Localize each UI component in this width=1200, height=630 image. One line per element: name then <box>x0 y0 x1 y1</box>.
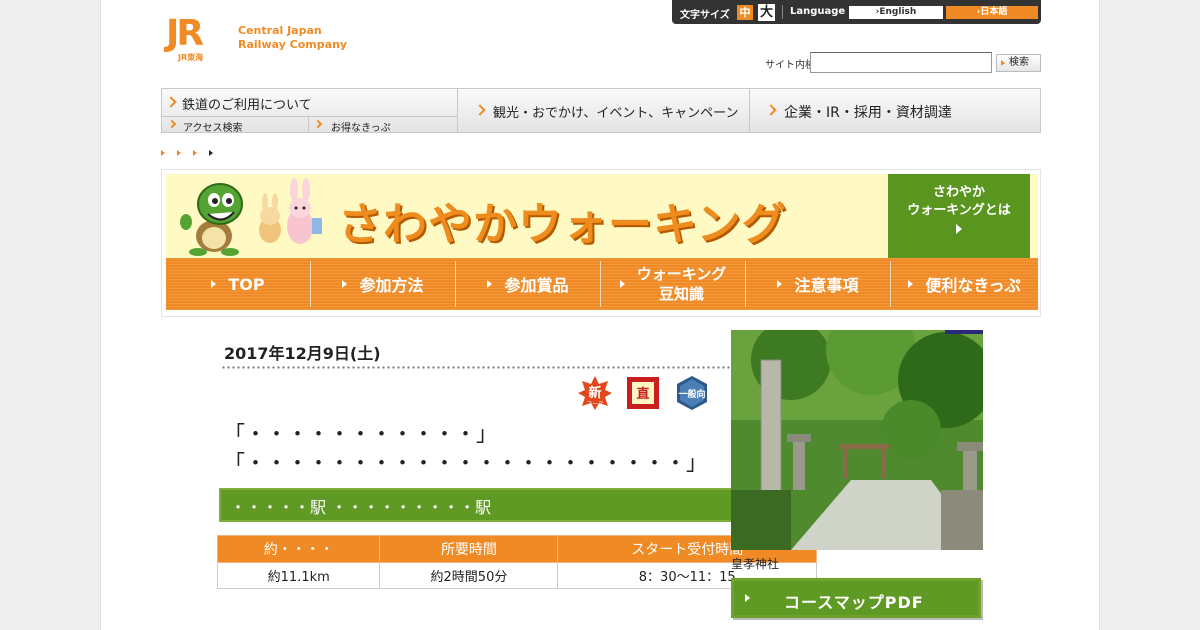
chevron-right-icon <box>313 119 323 129</box>
page: 文字サイズ 中 大 Language ›English ›日本語 JR JR東海… <box>100 0 1100 630</box>
banner-nav-label: 参加方法 <box>359 276 424 295</box>
triangle-right-icon <box>908 280 914 288</box>
mascot-illustration <box>180 178 322 256</box>
banner-nav-label: 注意事項 <box>794 276 859 295</box>
banner-nav-notes[interactable]: 注意事項 <box>746 261 891 307</box>
logo-mark-sub: JR東海 <box>178 53 204 62</box>
table-cell-distance: 約11.1km <box>216 562 381 589</box>
event-date: 2017年12月9日(土) <box>224 344 381 363</box>
about-line2: ウォーキングとは <box>907 203 1011 218</box>
new-course-badge-icon: 新 コース <box>578 376 612 410</box>
search-button[interactable]: 検索 <box>996 54 1041 72</box>
triangle-right-icon <box>342 280 348 288</box>
course-title-line2: 「・・・・・・・・・・・・・・・・・・・・・」 <box>224 451 707 475</box>
svg-text:コース: コース <box>586 401 604 408</box>
breadcrumb-arrow-icon <box>161 150 165 156</box>
logo-mark: JR <box>166 13 204 54</box>
nav-corporate-label: 企業・IR・採用・資材調達 <box>784 105 952 121</box>
triangle-right-icon <box>777 280 783 288</box>
direct-course-badge-icon: 直 <box>627 377 659 409</box>
table-cell-duration: 約2時間50分 <box>379 562 559 589</box>
banner-nav: TOP 参加方法 参加賞品 ウォーキング 豆知識 注意事項 便利なきっぷ <box>166 258 1038 310</box>
search-input[interactable] <box>810 52 992 73</box>
nav-tickets[interactable]: お得なきっぷ <box>309 116 458 134</box>
photo-caption: 皇孝神社 <box>731 557 780 571</box>
banner-nav-tickets[interactable]: 便利なきっぷ <box>891 261 1038 307</box>
nav-sightseeing[interactable]: 観光・おでかけ、イベント、キャンペーン <box>458 89 750 132</box>
banner-nav-label: 参加賞品 <box>504 276 569 295</box>
triangle-right-icon <box>211 280 217 288</box>
breadcrumb-arrow-icon <box>209 150 213 156</box>
table-header-distance: 約・・・・ <box>216 535 381 563</box>
font-size-large-button[interactable]: 大 <box>758 4 775 21</box>
banner-nav-label: ウォーキング 豆知識 <box>636 265 727 303</box>
nav-access-search[interactable]: アクセス検索 <box>162 116 309 134</box>
chevron-right-icon <box>167 119 177 129</box>
about-walking-button[interactable]: さわやか ウォーキングとは <box>888 174 1030 258</box>
breadcrumb-arrow-icon <box>177 150 181 156</box>
global-nav: 鉄道のご利用について アクセス検索 お得なきっぷ 観光・おでかけ、イベント、キャ… <box>161 88 1041 134</box>
utility-bar: 文字サイズ 中 大 Language ›English ›日本語 <box>672 0 1041 24</box>
chevron-right-icon <box>165 96 177 108</box>
logo-company-name: Central Japan Railway Company <box>238 24 347 52</box>
course-map-pdf-label: コースマップPDF <box>784 593 924 612</box>
chevron-right-icon <box>474 104 486 116</box>
course-info-table: 約・・・・ 所要時間 スタート受付時間 約11.1km 約2時間50分 8：30… <box>216 535 817 589</box>
nav-rail-group: 鉄道のご利用について アクセス検索 お得なきっぷ <box>162 89 458 134</box>
course-title-line1: 「・・・・・・・・・・・」 <box>224 422 497 446</box>
general-level-badge-icon: 一般向 <box>677 376 707 410</box>
breadcrumb-arrow-icon <box>193 150 197 156</box>
nav-tickets-label: お得なきっぷ <box>331 123 391 134</box>
banner-title: さわやかウォーキング <box>338 199 787 250</box>
nav-rail[interactable]: 鉄道のご利用について <box>162 89 458 116</box>
dotted-divider <box>221 366 811 369</box>
course-title: 「・・・・・・・・・・・」 「・・・・・・・・・・・・・・・・・・・・・」 <box>224 420 707 478</box>
english-link[interactable]: ›English <box>849 6 943 19</box>
table-header-duration: 所要時間 <box>379 535 559 563</box>
font-size-label: 文字サイズ <box>680 10 730 21</box>
chevron-right-icon <box>765 104 777 116</box>
route-stations: ・・・・・駅 ・・・・・・・・・駅 <box>230 498 492 517</box>
nav-sightseeing-label: 観光・おでかけ、イベント、キャンペーン <box>493 106 739 121</box>
arrow-down-icon <box>956 224 962 234</box>
breadcrumb <box>161 148 241 158</box>
nav-rail-label: 鉄道のご利用について <box>182 98 312 113</box>
banner-nav-how-to-join[interactable]: 参加方法 <box>311 261 456 307</box>
about-line1: さわやか <box>932 185 985 200</box>
banner-header: さわやかウォーキング さわやか ウォーキングとは <box>166 174 1038 258</box>
logo-name-line2: Railway Company <box>238 38 348 51</box>
nav-access-label: アクセス検索 <box>183 123 243 134</box>
svg-text:新: 新 <box>588 385 601 401</box>
banner-nav-prizes[interactable]: 参加賞品 <box>456 261 601 307</box>
banner-nav-top[interactable]: TOP <box>166 261 311 307</box>
walking-banner: さわやかウォーキング さわやか ウォーキングとは TOP 参加方法 参加賞品 ウ… <box>161 169 1041 317</box>
nav-corporate[interactable]: 企業・IR・採用・資材調達 <box>750 89 1040 132</box>
banner-nav-label: TOP <box>228 274 265 294</box>
svg-text:一般向: 一般向 <box>678 388 705 400</box>
triangle-right-icon <box>487 280 493 288</box>
jr-central-logo[interactable]: JR JR東海 Central Japan Railway Company <box>166 16 356 64</box>
divider <box>782 5 783 19</box>
banner-nav-label: 便利なきっぷ <box>925 276 1021 295</box>
triangle-right-icon <box>619 280 625 288</box>
logo-name-line1: Central Japan <box>238 24 322 37</box>
shrine-photo <box>731 330 983 550</box>
japanese-link[interactable]: ›日本語 <box>946 6 1038 19</box>
svg-text:直: 直 <box>636 386 649 402</box>
language-label: Language <box>790 6 846 17</box>
font-size-medium-button[interactable]: 中 <box>737 5 753 20</box>
banner-nav-walking-tips[interactable]: ウォーキング 豆知識 <box>601 261 746 307</box>
